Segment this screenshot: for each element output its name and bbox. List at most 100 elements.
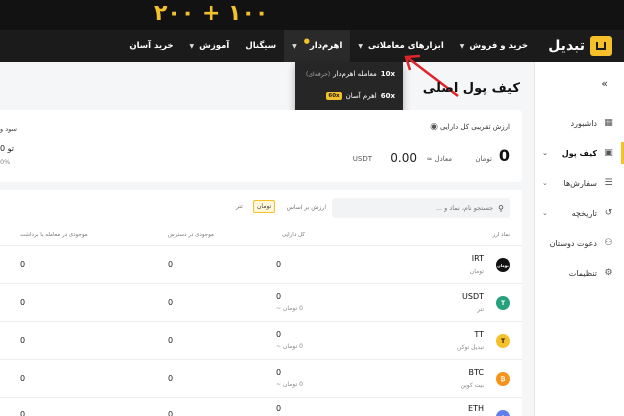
- total-value: 0: [276, 260, 282, 269]
- chevron-down-icon: ⌄: [542, 179, 548, 187]
- collapse-sidebar-icon[interactable]: «: [601, 77, 608, 90]
- dropdown-item-easy-leverage[interactable]: 60x اهرم آسان 60x: [326, 92, 395, 100]
- sidebar: « ▦ داشبورد ▣ کیف پول ⌄ ☰ سفارش‌ها ⌄ ↺ ت…: [534, 62, 624, 416]
- in-trade-value: 0: [20, 374, 26, 383]
- nav-item-easy-buy[interactable]: خرید آسان: [121, 30, 181, 62]
- table-row[interactable]: T USDT تتر 0 0 تومان ~ 0 0: [0, 283, 522, 321]
- nav-item-buy-sell[interactable]: خرید و فروش ▼: [452, 30, 536, 62]
- available-value: 0: [168, 260, 174, 269]
- leverage-dropdown: 10x معامله اهرم‌دار (حرفه‌ای) 60x اهرم آ…: [295, 62, 403, 115]
- nav-item-label: ابزارهای معاملاتی: [367, 41, 444, 51]
- total-value: 0: [276, 404, 282, 413]
- sidebar-item-label: سفارش‌ها: [563, 178, 597, 188]
- table-row[interactable]: تومان IRT تومان 0 0 0: [0, 245, 522, 283]
- balance-summary-card: ارزش تقریبی کل دارایی ◉ 0 تومان معادل ≈ …: [0, 110, 522, 182]
- table-row[interactable]: ₿ BTC بیت کوین 0 0 تومان ~ 0 0: [0, 359, 522, 397]
- total-value: 0: [276, 368, 282, 377]
- dropdown-item-label: معامله اهرم‌دار: [333, 70, 377, 78]
- nav-item-signal[interactable]: سیگنال: [237, 30, 284, 62]
- available-value: 0: [168, 298, 174, 307]
- search-input[interactable]: [343, 204, 494, 212]
- search-box[interactable]: ⚲: [332, 198, 510, 218]
- sidebar-item-label: دعوت دوستان: [549, 238, 597, 248]
- logo-icon: [590, 36, 612, 56]
- profit-loss-value: 0 تو: [0, 144, 14, 153]
- total-value: 0: [276, 330, 282, 339]
- user-plus-icon: ⚇: [604, 238, 613, 248]
- sidebar-item-label: تنظیمات: [568, 268, 597, 278]
- flame-icon: ●: [303, 37, 310, 45]
- search-icon: ⚲: [498, 203, 504, 213]
- coin-symbol: USDT: [462, 292, 484, 301]
- column-header-symbol: نماد ارز: [492, 232, 510, 238]
- sidebar-item-settings[interactable]: ⚙ تنظیمات: [534, 260, 624, 286]
- list-icon: ☰: [604, 178, 613, 188]
- equivalent-label: معادل ≈: [426, 155, 452, 163]
- toman-coin-icon: تومان: [496, 258, 510, 272]
- column-header-total: کل دارایی: [282, 232, 305, 238]
- sidebar-item-history[interactable]: ↺ تاریخچه ⌄: [534, 200, 624, 226]
- nav-item-label: سیگنال: [245, 41, 277, 51]
- leverage-value: 10x: [380, 70, 395, 78]
- history-icon: ↺: [604, 208, 613, 218]
- eye-icon[interactable]: ◉: [430, 122, 438, 132]
- coin-name: تتر: [477, 306, 484, 313]
- leverage-value: 60x: [380, 92, 395, 100]
- nav-item-leverage[interactable]: اهرم‌دار ● ▼: [284, 30, 351, 62]
- chevron-down-icon: ⌄: [542, 149, 548, 157]
- chevron-down-icon: ▼: [292, 42, 297, 50]
- page-title: کیف پول اصلی: [422, 81, 520, 96]
- logo[interactable]: تبدیل: [548, 36, 612, 56]
- sidebar-item-invite[interactable]: ⚇ دعوت دوستان: [534, 230, 624, 256]
- total-value: 0: [276, 292, 282, 301]
- table-row[interactable]: ◆ ETH 0 0 0: [0, 397, 522, 416]
- in-trade-value: 0: [20, 336, 26, 345]
- coin-symbol: BTC: [468, 368, 485, 377]
- toggle-tether[interactable]: تتر: [234, 201, 245, 212]
- toggle-toman[interactable]: تومان: [253, 200, 276, 213]
- chevron-down-icon: ▼: [189, 42, 195, 50]
- sidebar-item-wallet[interactable]: ▣ کیف پول ⌄: [534, 140, 624, 166]
- ethereum-icon: ◆: [496, 410, 510, 416]
- value-by-label: ارزش بر اساس: [286, 204, 326, 211]
- profit-loss-label: سود و: [0, 125, 17, 133]
- logo-text: تبدیل: [548, 38, 585, 54]
- chevron-down-icon: ▼: [459, 42, 465, 50]
- column-header-in-trade: موجودی در معامله یا برداشت: [20, 232, 88, 238]
- column-header-available: موجودی در دسترس: [168, 232, 214, 238]
- bitcoin-icon: ₿: [496, 372, 510, 386]
- profit-loss-percent: 0%: [0, 158, 11, 166]
- banner-text: ۲۰۰ + ۱۰۰: [154, 1, 269, 26]
- leverage-badge: 60x: [326, 92, 342, 100]
- nav-item-label: خرید و فروش: [469, 41, 528, 51]
- assets-table-card: ⚲ ارزش بر اساس تومان تتر نماد ارز کل دار…: [0, 190, 522, 416]
- grid-icon: ▦: [604, 118, 613, 128]
- sidebar-item-label: داشبورد: [570, 118, 597, 128]
- available-value: 0: [168, 374, 174, 383]
- table-row[interactable]: T TT تبدیل توکن 0 0 تومان ~ 0 0: [0, 321, 522, 359]
- total-toman-equivalent: 0 تومان ~: [276, 305, 303, 312]
- nav-item-education[interactable]: آموزش ▼: [182, 30, 238, 62]
- dropdown-item-sub: (حرفه‌ای): [305, 70, 331, 78]
- nav-menu: خرید و فروش ▼ ابزارهای معاملاتی ▼ اهرم‌د…: [121, 30, 536, 62]
- nav-item-label: آموزش: [199, 41, 230, 51]
- promo-banner: ۲۰۰ + ۱۰۰: [0, 0, 624, 30]
- sidebar-item-label: تاریخچه: [571, 208, 597, 218]
- usdt-unit: USDT: [352, 155, 372, 163]
- sidebar-item-label: کیف پول: [561, 148, 597, 158]
- usdt-value: 0.00: [390, 151, 417, 165]
- nav-item-label: خرید آسان: [129, 41, 174, 51]
- dropdown-item-pro-leverage[interactable]: 10x معامله اهرم‌دار (حرفه‌ای): [306, 70, 395, 78]
- available-value: 0: [168, 410, 174, 416]
- sidebar-item-dashboard[interactable]: ▦ داشبورد: [534, 110, 624, 136]
- coin-symbol: TT: [474, 330, 484, 339]
- sidebar-item-orders[interactable]: ☰ سفارش‌ها ⌄: [534, 170, 624, 196]
- total-toman-equivalent: 0 تومان ~: [276, 381, 303, 388]
- top-navbar: تبدیل خرید و فروش ▼ ابزارهای معاملاتی ▼ …: [0, 30, 624, 62]
- gear-icon: ⚙: [604, 268, 613, 278]
- estimated-value-label: ارزش تقریبی کل دارایی: [440, 123, 510, 131]
- toman-unit: تومان: [475, 155, 492, 163]
- dropdown-item-label: اهرم آسان: [345, 92, 377, 100]
- in-trade-value: 0: [20, 410, 26, 416]
- tabdeal-token-icon: T: [496, 334, 510, 348]
